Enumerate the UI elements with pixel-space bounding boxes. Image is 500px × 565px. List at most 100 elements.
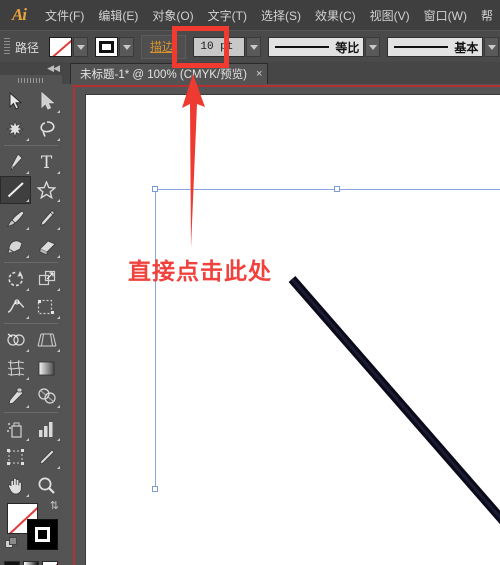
blend-tool[interactable] <box>31 382 62 410</box>
document-tab[interactable]: 未标题-1* @ 100% (CMYK/预览) × <box>70 63 269 84</box>
tool-flyout-indicator <box>26 199 29 202</box>
menu-effect[interactable]: 效果(C) <box>308 0 363 30</box>
document-tab-title: 未标题-1* @ 100% (CMYK/预览) <box>80 69 247 81</box>
control-bar: 路径 描边: 10 pt 等比 基本 <box>0 30 500 64</box>
perspective-grid-tool[interactable] <box>31 326 62 354</box>
stroke-swatch-dropdown[interactable] <box>119 37 135 57</box>
selection-edge-left <box>155 189 156 491</box>
column-graph-tool[interactable] <box>31 415 62 443</box>
selection-handle-top-mid[interactable] <box>334 186 340 192</box>
tool-flyout-indicator <box>57 171 60 174</box>
tool-group-separator <box>4 412 58 413</box>
scale-tool[interactable] <box>31 265 62 293</box>
menu-bar: Ai 文件(F) 编辑(E) 对象(O) 文字(T) 选择(S) 效果(C) 视… <box>0 0 500 31</box>
document-tab-bar: 未标题-1* @ 100% (CMYK/预览) × <box>62 62 500 85</box>
brush-definition-label: 基本 <box>454 40 479 55</box>
free-transform-tool[interactable] <box>31 293 62 321</box>
chevron-down-icon <box>487 44 496 50</box>
canvas-area[interactable]: Baidu 经验 jingyan.baidu.com <box>62 84 500 565</box>
control-bar-grip[interactable] <box>4 38 10 56</box>
slice-tool[interactable] <box>31 443 62 471</box>
none-mode-button[interactable] <box>42 561 58 565</box>
color-mode-button[interactable] <box>4 561 20 565</box>
fill-stroke-controls: ⇅ <box>0 501 62 559</box>
hand-tool[interactable] <box>0 471 31 499</box>
annotation-highlight-box <box>172 26 229 68</box>
artboard-tool[interactable] <box>0 443 31 471</box>
tool-flyout-indicator <box>57 405 60 408</box>
type-tool[interactable]: T <box>31 148 62 176</box>
menu-window[interactable]: 窗口(W) <box>417 0 474 30</box>
brush-preview-icon <box>394 46 449 48</box>
gradient-tool[interactable] <box>31 354 62 382</box>
tool-flyout-indicator <box>57 438 60 441</box>
collapse-panel-icon[interactable]: ◀◀ <box>47 64 60 73</box>
tool-flyout-indicator <box>57 110 60 113</box>
star-shape-tool[interactable] <box>31 176 62 204</box>
fill-swatch[interactable] <box>49 37 73 57</box>
tool-flyout-indicator <box>26 227 29 230</box>
tools-panel-header[interactable]: ◀◀ <box>0 62 62 75</box>
selection-edge-top <box>155 189 500 190</box>
magic-wand-tool[interactable] <box>0 115 31 143</box>
fill-swatch-dropdown[interactable] <box>73 37 89 57</box>
menu-select[interactable]: 选择(S) <box>254 0 308 30</box>
width-tool[interactable] <box>0 293 31 321</box>
tool-group-separator <box>4 323 58 324</box>
selection-handle-bottom-left[interactable] <box>152 486 158 492</box>
tool-flyout-indicator <box>26 377 29 380</box>
rotate-tool[interactable] <box>0 265 31 293</box>
tool-flyout-indicator <box>26 438 29 441</box>
eyedropper-tool[interactable] <box>0 382 31 410</box>
blob-brush-tool[interactable] <box>0 232 31 260</box>
tools-panel-grip[interactable] <box>18 78 44 83</box>
menu-edit[interactable]: 编辑(E) <box>91 0 145 30</box>
width-profile-preview-icon <box>275 46 330 48</box>
zoom-tool[interactable] <box>31 471 62 499</box>
menu-help[interactable]: 帮 <box>474 0 500 30</box>
tool-flyout-indicator <box>57 255 60 258</box>
swap-fill-stroke-icon[interactable]: ⇅ <box>50 501 59 512</box>
mesh-tool[interactable] <box>0 354 31 382</box>
tool-flyout-indicator <box>26 349 29 352</box>
width-profile-label: 等比 <box>335 40 360 55</box>
pencil-tool[interactable] <box>31 204 62 232</box>
tool-flyout-indicator <box>26 288 29 291</box>
brush-definition-dropdown[interactable] <box>484 37 500 57</box>
selection-context-label: 路径 <box>15 40 40 55</box>
tools-panel: ◀◀ T ⇅ <box>0 62 63 565</box>
line-segment-tool[interactable] <box>0 176 31 204</box>
selection-tool[interactable] <box>0 87 31 115</box>
tool-flyout-indicator <box>57 199 60 202</box>
width-profile-select[interactable]: 等比 <box>268 37 365 57</box>
tool-flyout-indicator <box>26 138 29 141</box>
direct-selection-tool[interactable] <box>31 87 62 115</box>
default-fill-stroke-icon[interactable] <box>5 537 18 548</box>
paintbrush-tool[interactable] <box>0 204 31 232</box>
tool-list: T <box>0 87 62 499</box>
tool-flyout-indicator <box>26 405 29 408</box>
close-icon[interactable]: × <box>256 68 262 80</box>
menu-file[interactable]: 文件(F) <box>38 0 91 30</box>
menu-view[interactable]: 视图(V) <box>363 0 417 30</box>
tool-flyout-indicator <box>57 316 60 319</box>
eraser-tool[interactable] <box>31 232 62 260</box>
illustrator-window: Ai 文件(F) 编辑(E) 对象(O) 文字(T) 选择(S) 效果(C) 视… <box>0 0 500 565</box>
selection-handle-top-left[interactable] <box>152 186 158 192</box>
tool-group-separator <box>4 145 58 146</box>
shape-builder-tool[interactable] <box>0 326 31 354</box>
app-logo: Ai <box>11 5 27 24</box>
gradient-mode-button[interactable] <box>23 561 39 565</box>
pen-tool[interactable] <box>0 148 31 176</box>
width-profile-dropdown[interactable] <box>365 37 381 57</box>
lasso-tool[interactable] <box>31 115 62 143</box>
stroke-weight-dropdown[interactable] <box>246 37 262 57</box>
stroke-swatch[interactable] <box>95 37 119 57</box>
brush-definition-select[interactable]: 基本 <box>387 37 484 57</box>
tool-flyout-indicator <box>57 466 60 469</box>
annotation-text: 直接点击此处 <box>128 259 272 285</box>
stroke-color-swatch[interactable] <box>27 519 58 550</box>
canvas-red-outline <box>73 85 500 565</box>
paint-mode-row <box>0 561 62 565</box>
symbol-sprayer-tool[interactable] <box>0 415 31 443</box>
